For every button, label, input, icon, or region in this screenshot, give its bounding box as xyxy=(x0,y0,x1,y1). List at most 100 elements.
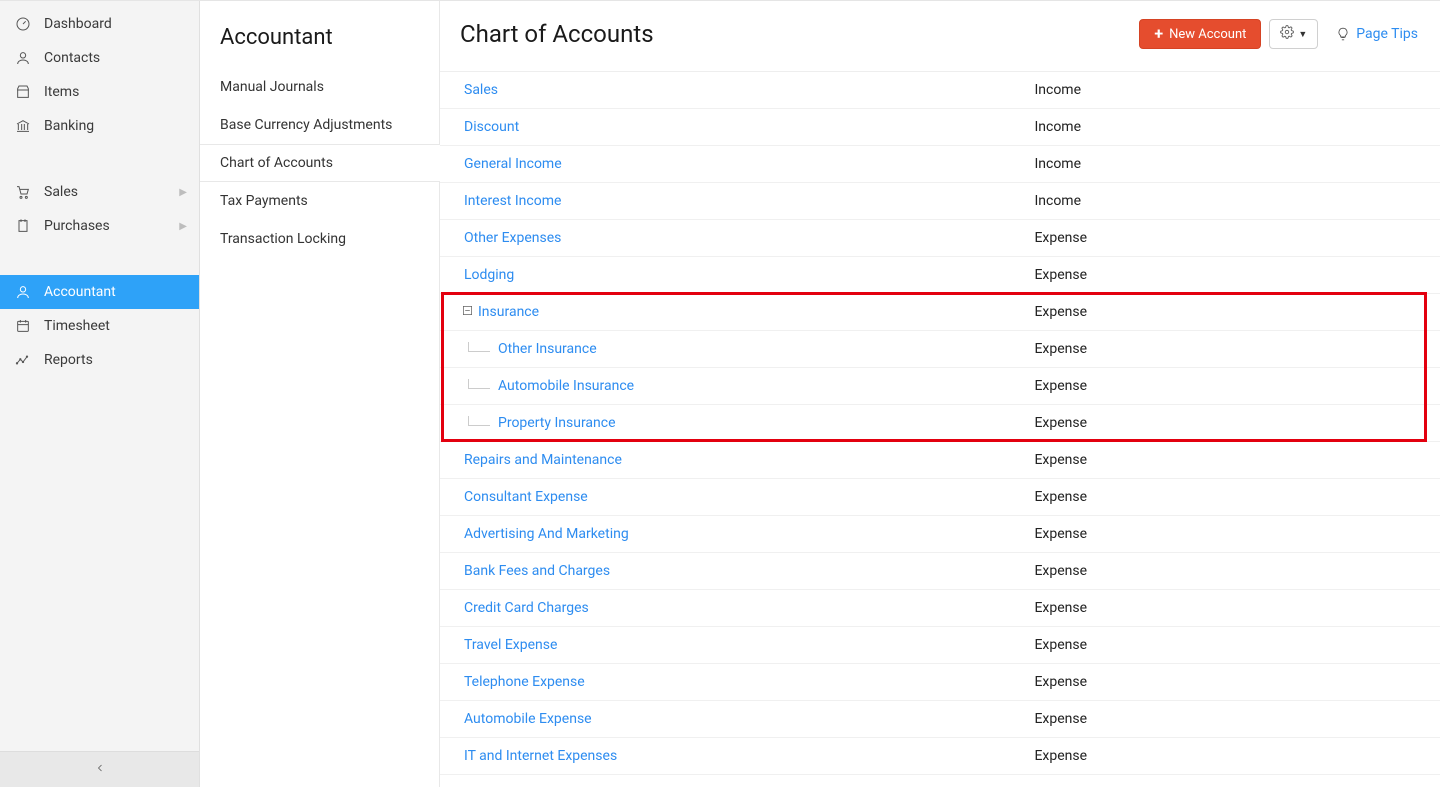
sidebar-item-items[interactable]: Items xyxy=(0,75,199,109)
subnav: Accountant Manual JournalsBase Currency … xyxy=(200,1,440,787)
account-name-link[interactable]: Other Insurance xyxy=(498,341,597,357)
account-name-link[interactable]: Sales xyxy=(464,82,498,98)
items-icon xyxy=(14,83,32,101)
timesheet-icon xyxy=(14,317,32,335)
gear-icon xyxy=(1280,25,1294,43)
account-type: Expense xyxy=(1022,553,1440,590)
table-row: Consultant Expense Expense xyxy=(440,479,1440,516)
account-name-link[interactable]: Repairs and Maintenance xyxy=(464,452,622,468)
new-account-label: New Account xyxy=(1169,27,1246,42)
account-name-link[interactable]: Telephone Expense xyxy=(464,674,585,690)
page-tips-link[interactable]: Page Tips xyxy=(1336,26,1418,42)
sidebar-item-reports[interactable]: Reports xyxy=(0,343,199,377)
sales-icon xyxy=(14,183,32,201)
sidebar-item-label: Reports xyxy=(44,352,93,368)
account-name-link[interactable]: Interest Income xyxy=(464,193,561,209)
account-name-link[interactable]: Insurance xyxy=(478,304,539,320)
settings-dropdown-button[interactable]: ▼ xyxy=(1269,19,1318,49)
contacts-icon xyxy=(14,49,32,67)
sidebar-item-timesheet[interactable]: Timesheet xyxy=(0,309,199,343)
table-row: SalesIncome xyxy=(440,72,1440,109)
account-name-link[interactable]: Property Insurance xyxy=(498,415,616,431)
page-title: Chart of Accounts xyxy=(460,20,1131,48)
main-header: Chart of Accounts + New Account ▼ Page T… xyxy=(440,1,1440,72)
sidebar-collapse-button[interactable] xyxy=(0,751,199,787)
account-type: Expense xyxy=(1022,627,1440,664)
account-name-link[interactable]: Discount xyxy=(464,119,519,135)
sidebar-item-label: Banking xyxy=(44,118,94,134)
chevron-left-icon xyxy=(94,762,106,778)
page-tips-label: Page Tips xyxy=(1356,26,1418,42)
table-row: Automobile ExpenseExpense xyxy=(440,701,1440,738)
table-row: Rent ExpenseExpense xyxy=(440,775,1440,787)
account-type: Expense xyxy=(1022,479,1440,516)
sidebar-item-label: Dashboard xyxy=(44,16,112,32)
new-account-button[interactable]: + New Account xyxy=(1139,19,1261,49)
sidebar-item-accountant[interactable]: Accountant xyxy=(0,275,199,309)
sidebar-item-banking[interactable]: Banking xyxy=(0,109,199,143)
sidebar-item-label: Contacts xyxy=(44,50,100,66)
account-type: Expense xyxy=(1022,664,1440,701)
account-name-link[interactable]: Other Expenses xyxy=(464,230,561,246)
table-row: Travel Expense Expense xyxy=(440,627,1440,664)
account-name-link[interactable]: Consultant Expense xyxy=(464,489,588,505)
table-row: IT and Internet Expenses Expense xyxy=(440,738,1440,775)
table-row: Other ExpensesExpense xyxy=(440,220,1440,257)
caret-down-icon: ▼ xyxy=(1298,29,1307,40)
sidebar-item-sales[interactable]: Sales▶ xyxy=(0,175,199,209)
subnav-item[interactable]: Manual Journals xyxy=(200,68,439,106)
account-name-link[interactable]: Automobile Expense xyxy=(464,711,592,727)
banking-icon xyxy=(14,117,32,135)
account-type: Expense xyxy=(1022,516,1440,553)
account-type: Expense xyxy=(1022,368,1440,405)
account-name-link[interactable]: Credit Card Charges xyxy=(464,600,589,616)
sidebar-item-purchases[interactable]: Purchases ▶ xyxy=(0,209,199,243)
tree-line-icon xyxy=(468,416,490,426)
accountant-icon xyxy=(14,283,32,301)
sidebar-item-dashboard[interactable]: Dashboard xyxy=(0,7,199,41)
account-name-link[interactable]: Travel Expense xyxy=(464,637,557,653)
account-type: Expense xyxy=(1022,257,1440,294)
table-row: Advertising And Marketing Expense xyxy=(440,516,1440,553)
table-row: Automobile Insurance Expense xyxy=(440,368,1440,405)
account-type: Expense xyxy=(1022,738,1440,775)
accounts-table: SalesIncomeDiscountIncomeGeneral IncomeI… xyxy=(440,72,1440,787)
table-row: Telephone Expense Expense xyxy=(440,664,1440,701)
account-type: Expense xyxy=(1022,442,1440,479)
account-name-link[interactable]: Automobile Insurance xyxy=(498,378,634,394)
table-row: Property Insurance Expense xyxy=(440,405,1440,442)
folder-collapse-icon[interactable] xyxy=(460,304,474,320)
table-row: Other InsuranceExpense xyxy=(440,331,1440,368)
table-row: Interest IncomeIncome xyxy=(440,183,1440,220)
subnav-item[interactable]: Tax Payments xyxy=(200,182,439,220)
account-type: Expense xyxy=(1022,294,1440,331)
sidebar-item-label: Purchases xyxy=(44,218,110,234)
account-type: Income xyxy=(1022,109,1440,146)
sidebar-item-contacts[interactable]: Contacts xyxy=(0,41,199,75)
main-content: Chart of Accounts + New Account ▼ Page T… xyxy=(440,1,1440,787)
sidebar-item-label: Items xyxy=(44,84,79,100)
table-row: General IncomeIncome xyxy=(440,146,1440,183)
account-type: Expense xyxy=(1022,405,1440,442)
dashboard-icon xyxy=(14,15,32,33)
chevron-right-icon: ▶ xyxy=(179,187,187,198)
chevron-right-icon: ▶ xyxy=(179,221,187,232)
subnav-item[interactable]: Transaction Locking xyxy=(200,220,439,258)
account-name-link[interactable]: Bank Fees and Charges xyxy=(464,563,610,579)
table-row: Credit Card Charges Expense xyxy=(440,590,1440,627)
reports-icon xyxy=(14,351,32,369)
plus-icon: + xyxy=(1154,26,1163,42)
account-name-link[interactable]: IT and Internet Expenses xyxy=(464,748,617,764)
account-name-link[interactable]: General Income xyxy=(464,156,562,172)
subnav-item[interactable]: Chart of Accounts xyxy=(200,144,440,182)
table-row: Insurance Expense xyxy=(440,294,1440,331)
sidebar-item-label: Accountant xyxy=(44,284,116,300)
table-row: Bank Fees and Charges Expense xyxy=(440,553,1440,590)
account-type: Expense xyxy=(1022,775,1440,787)
tree-line-icon xyxy=(468,342,490,352)
account-name-link[interactable]: Advertising And Marketing xyxy=(464,526,629,542)
account-type: Expense xyxy=(1022,590,1440,627)
subnav-item[interactable]: Base Currency Adjustments xyxy=(200,106,439,144)
account-name-link[interactable]: Lodging xyxy=(464,267,514,283)
accounts-table-container[interactable]: SalesIncomeDiscountIncomeGeneral IncomeI… xyxy=(440,72,1440,787)
